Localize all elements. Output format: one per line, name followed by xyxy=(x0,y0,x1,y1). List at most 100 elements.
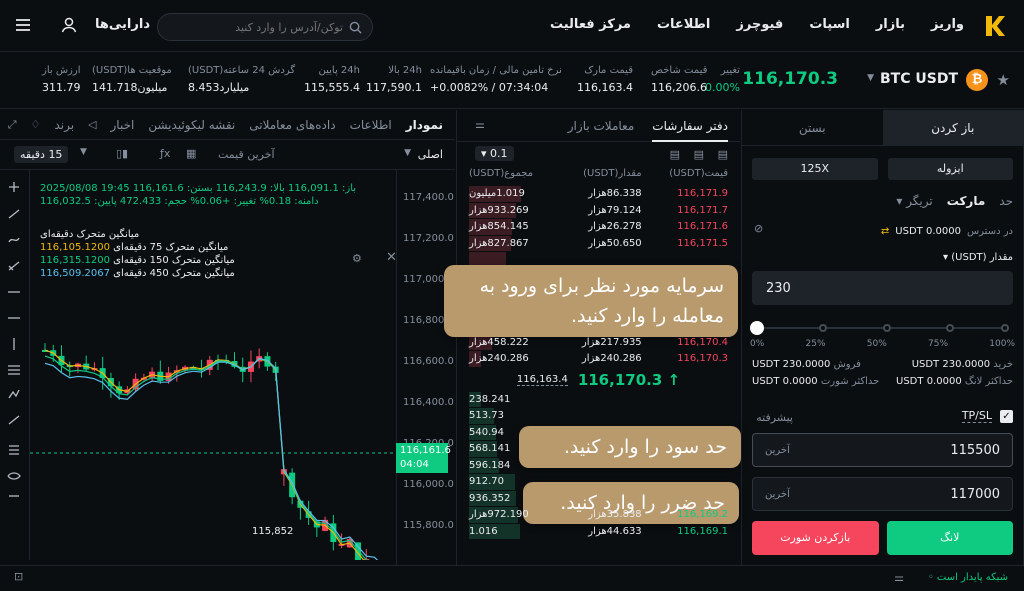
tab-chart[interactable]: نمودار xyxy=(406,118,443,132)
ask-row[interactable] xyxy=(457,268,740,286)
menu-icon[interactable] xyxy=(14,17,32,33)
measure-icon xyxy=(8,415,20,425)
book-cell: 116,171.9 xyxy=(677,188,728,199)
speaker-icon[interactable]: ◁ xyxy=(88,118,96,131)
ask-row[interactable] xyxy=(457,318,740,335)
tab-liquidation-map[interactable]: نقشه لیکوئیدیشن xyxy=(148,118,235,132)
ask-row[interactable]: 116,171.7 79.124هزار 933.269هزار xyxy=(457,202,740,220)
ask-row[interactable]: 116,170.3 240.286هزار 240.286هزار xyxy=(457,351,740,368)
transfer-icon[interactable]: ⇄ xyxy=(881,226,889,237)
price-axis: 117,400.0 117,200.0 117,000.0 116,800.0 … xyxy=(396,170,455,565)
ask-row[interactable]: 116,171.5 50.650هزار 827.867هزار xyxy=(457,235,740,253)
tab-market-trades[interactable]: معاملات بازار xyxy=(568,110,635,142)
indicator-fx-icon[interactable]: ƒx xyxy=(160,147,170,160)
ask-row[interactable] xyxy=(457,252,740,269)
search-box[interactable] xyxy=(157,13,373,41)
ask-row[interactable] xyxy=(457,301,740,319)
book-cell xyxy=(555,252,641,269)
bid-row[interactable]: 568.141 xyxy=(457,441,740,458)
price-type-select[interactable]: آخرین قیمت xyxy=(218,148,275,161)
tab-close[interactable]: بستن xyxy=(742,110,883,145)
advanced-link[interactable]: پیشرفته xyxy=(756,411,793,424)
book-tabs: دفتر سفارشات معاملات بازار ⚌ xyxy=(457,110,740,142)
logo-icon[interactable] xyxy=(982,14,1006,38)
pair-selector[interactable]: BTC USDT xyxy=(880,71,958,87)
stat-funding[interactable]: نرخ تامین مالی / زمان باقیمانده +0.0082% … xyxy=(430,65,562,94)
ask-row[interactable]: 116,170.4 217.935هزار 458.222هزار xyxy=(457,334,740,352)
nav-info[interactable]: اطلاعات xyxy=(657,17,710,32)
tab-info[interactable]: اطلاعات xyxy=(350,118,392,132)
view-both-icon[interactable]: ▤ xyxy=(718,148,728,161)
bid-row[interactable]: 936.352 xyxy=(457,490,740,508)
expand-icon[interactable]: ⊡ xyxy=(14,570,23,583)
candle-type-icon[interactable]: ▮▯ xyxy=(116,147,128,160)
order-type-tabs: حد مارکت تریگر ▾ xyxy=(752,194,1013,208)
nav-futures[interactable]: فیوچرز xyxy=(736,17,783,32)
settings-sliders-icon[interactable]: ⚌ xyxy=(475,118,485,131)
network-status: شبکه پایدار است ◦ xyxy=(927,572,1008,583)
book-cell xyxy=(555,302,641,319)
layout-grid-icon[interactable]: ▦ xyxy=(186,147,196,160)
bid-row[interactable]: 116,169.1 44.633هزار 1.016 xyxy=(457,523,740,541)
leverage-button[interactable]: 125X xyxy=(752,158,878,180)
bid-row[interactable]: 513.73 xyxy=(457,408,740,425)
timeframe-select[interactable]: 15 دقیقه xyxy=(14,146,69,163)
amount-input[interactable]: 230 xyxy=(752,271,1013,305)
search-icon xyxy=(349,21,362,34)
margin-mode-button[interactable]: ایزوله xyxy=(887,158,1013,180)
short-button[interactable]: بازکردن شورت xyxy=(752,521,879,555)
bid-row[interactable]: 238.241 xyxy=(457,391,740,409)
ask-row[interactable] xyxy=(457,285,740,302)
assets-link[interactable]: دارایی‌ها xyxy=(95,17,150,32)
view-bids-icon[interactable]: ▤ xyxy=(694,148,704,161)
amount-slider[interactable] xyxy=(750,321,1009,335)
book-cell xyxy=(555,441,641,458)
tab-brand[interactable]: برند xyxy=(54,118,74,132)
step-select[interactable]: 0.1 ▾ xyxy=(475,146,514,161)
long-button[interactable]: لانگ xyxy=(886,521,1013,555)
nav-activity[interactable]: مرکز فعالیت xyxy=(550,17,631,32)
user-icon[interactable] xyxy=(60,16,78,34)
tab-order-book[interactable]: دفتر سفارشات xyxy=(652,110,728,142)
candlestick-chart[interactable]: 2025/08/08 19:45 باز: 116,091.1 بالا: 11… xyxy=(30,170,455,565)
chevron-down-icon[interactable]: ▼ xyxy=(80,147,87,157)
calculator-icon[interactable]: ⊘ xyxy=(754,222,763,235)
base-chart-select[interactable]: اصلی xyxy=(418,148,443,161)
bid-row[interactable]: 540.94 xyxy=(457,424,740,442)
nav-market[interactable]: بازار xyxy=(876,17,905,32)
fullscreen-icon[interactable]: ⤢ xyxy=(8,118,17,132)
chevron-down-icon[interactable]: ▼ xyxy=(867,73,874,83)
take-profit-input[interactable]: آخرین 115500 xyxy=(752,433,1013,467)
book-cell xyxy=(642,408,728,425)
tab-open[interactable]: باز کردن xyxy=(882,110,1023,145)
book-cell: 240.286هزار xyxy=(469,353,529,364)
bid-row[interactable]: 912.70 xyxy=(457,474,740,491)
nav-spot[interactable]: اسپات xyxy=(809,17,850,32)
search-input[interactable] xyxy=(173,20,343,34)
order-type-trigger[interactable]: تریگر ▾ xyxy=(896,194,932,208)
order-type-market[interactable]: مارکت xyxy=(947,194,986,208)
alert-bell-icon[interactable]: ♢ xyxy=(31,118,41,131)
tab-trade-data[interactable]: داده‌های معاملاتی xyxy=(249,118,335,132)
buy-sell-info: خرید 230.0000 USDT فروش 230.0000 USDT xyxy=(752,359,1013,370)
order-buttons: لانگ بازکردن شورت xyxy=(752,521,1013,555)
stop-loss-input[interactable]: آخرین 117000 xyxy=(752,477,1013,511)
book-controls: ▤ ▤ ▤ 0.1 ▾ xyxy=(457,142,740,168)
bid-row[interactable]: 596.184 xyxy=(457,457,740,475)
amount-label[interactable]: مقدار (USDT) ▾ xyxy=(752,252,1013,263)
ask-row[interactable]: 116,171.9 86.338هزار 1.019میلیون xyxy=(457,186,740,203)
book-cell: 79.124هزار xyxy=(588,204,642,216)
settings-sliders-icon[interactable]: ⚌ xyxy=(894,571,904,584)
view-asks-icon[interactable]: ▤ xyxy=(670,148,680,161)
tab-news[interactable]: اخبار xyxy=(111,118,135,132)
slider-handle[interactable] xyxy=(750,321,764,335)
chevron-down-icon[interactable]: ▼ xyxy=(404,148,411,158)
nav-deposit[interactable]: واریز xyxy=(931,17,964,32)
bid-row[interactable]: 116,169.2 35.838هزار 972.190هزار xyxy=(457,507,740,524)
ask-row[interactable]: 116,171.6 26.278هزار 854.145هزار xyxy=(457,219,740,236)
favorite-star-icon[interactable]: ★ xyxy=(997,71,1010,89)
order-book: دفتر سفارشات معاملات بازار ⚌ ▤ ▤ ▤ 0.1 ▾… xyxy=(456,110,740,565)
order-type-limit[interactable]: حد xyxy=(999,194,1013,208)
checkbox-icon[interactable]: ✓ xyxy=(1000,409,1013,423)
stat-mark-price: قیمت مارک 116,163.4 xyxy=(577,65,633,94)
